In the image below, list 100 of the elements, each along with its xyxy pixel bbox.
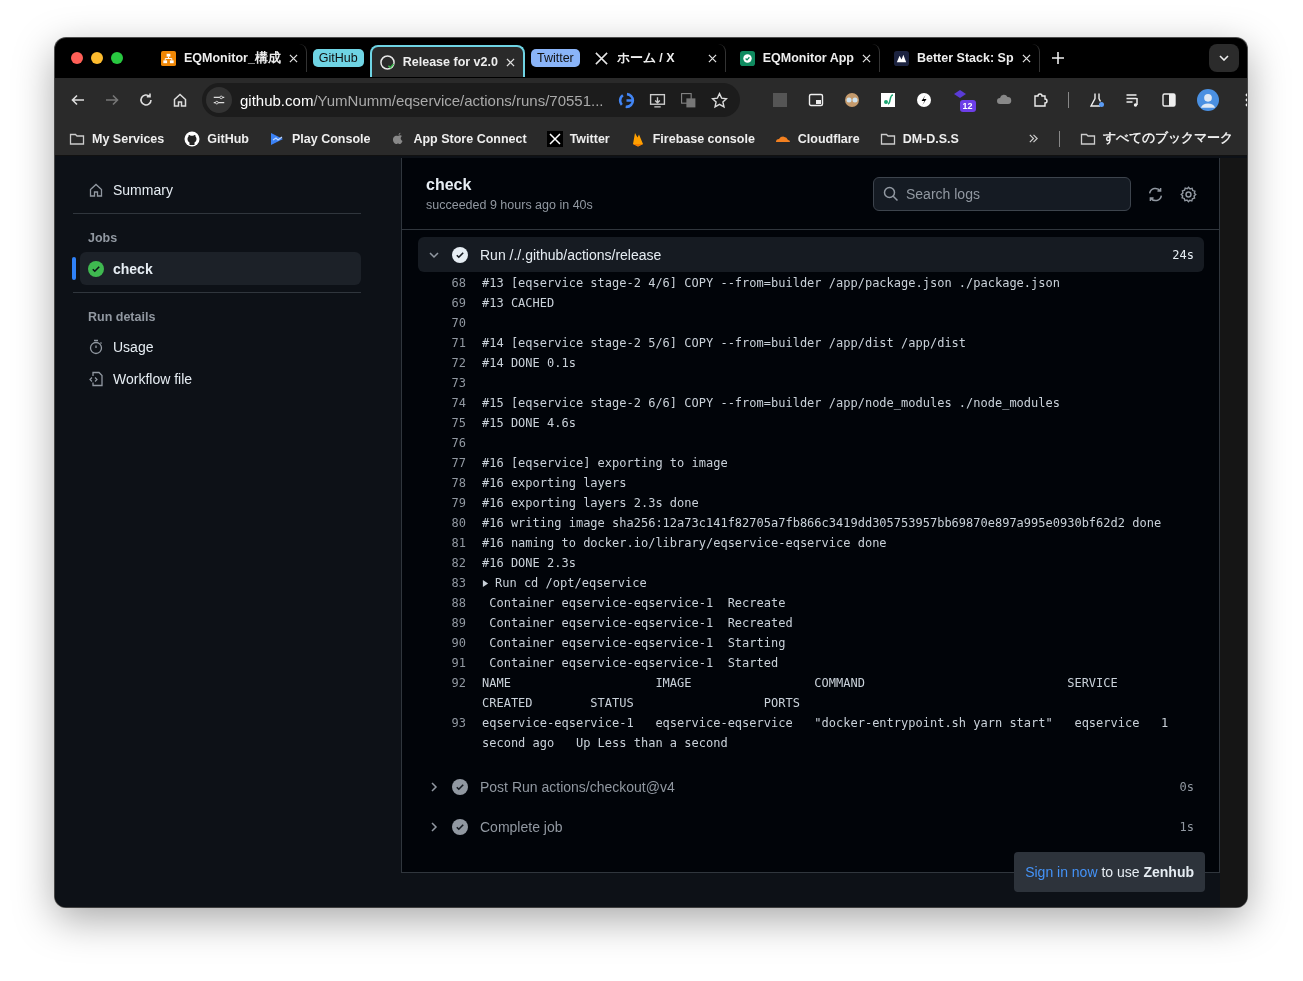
line-number: 83 [450, 575, 466, 592]
google-icon[interactable] [617, 91, 635, 109]
close-icon[interactable] [861, 53, 871, 63]
search-logs-field[interactable]: Search logs [873, 177, 1131, 211]
line-number: 77 [450, 455, 466, 472]
log-group-toggle[interactable]: Run cd /opt/eqservice [482, 573, 647, 593]
bookmark-link[interactable]: Firebase console [629, 130, 755, 147]
log-line: Container eqservice-eqservice-1 Recreate [488, 595, 787, 612]
step-duration: 0s [1179, 779, 1194, 794]
step-row[interactable]: Post Run actions/checkout@v4 0s [418, 769, 1204, 804]
play-icon [268, 130, 285, 147]
zoom-window-icon[interactable] [111, 52, 123, 64]
playlist-icon[interactable] [1124, 92, 1141, 108]
address-bar[interactable]: github.com/YumNumm/eqservice/actions/runs/70551... [202, 83, 740, 117]
browser-tab[interactable]: EQMonitor App [731, 44, 880, 72]
bookmark-link[interactable]: My Services [69, 130, 165, 147]
summary-link[interactable]: Summary [73, 174, 361, 206]
line-number: 82 [450, 555, 466, 572]
refresh-icon[interactable] [1147, 185, 1164, 203]
run-details-link[interactable]: Usage [73, 331, 361, 363]
bookmark-link[interactable]: Twitter [546, 130, 610, 147]
browser-tab[interactable]: Better Stack: Sp [885, 44, 1040, 72]
check-circle-icon [452, 778, 468, 795]
step-row[interactable]: Run /./.github/actions/release 24s [418, 237, 1204, 272]
line-number: 90 [450, 635, 466, 652]
tab-title: ホーム / X [616, 49, 676, 67]
close-icon[interactable] [707, 53, 717, 63]
picture-in-picture-icon[interactable] [807, 92, 824, 108]
log-line: #16 [eqservice] exporting to image [482, 455, 729, 472]
line-number: 76 [450, 435, 466, 452]
close-window-icon[interactable] [71, 52, 83, 64]
line-number: 89 [450, 615, 466, 632]
check-circle-icon [452, 246, 468, 263]
browser-tab[interactable]: Release for v2.0 [369, 45, 525, 77]
line-number: 79 [450, 495, 466, 512]
log-line: #15 [eqservice stage-2 6/6] COPY --from=builder /app/node_modules ./node_modules [482, 395, 1061, 412]
browser-tab[interactable]: EQMonitor_構成 [153, 44, 307, 72]
bookmark-link[interactable]: App Store Connect [390, 130, 527, 147]
flask-icon[interactable] [1088, 92, 1105, 108]
bookmark-link[interactable]: GitHub [184, 130, 249, 147]
github-icon [379, 54, 395, 70]
translate-icon[interactable] [679, 91, 697, 109]
job-title: check [426, 176, 473, 194]
settings-icon[interactable] [1180, 185, 1197, 203]
close-icon[interactable] [1021, 53, 1031, 63]
home-icon[interactable] [172, 92, 188, 108]
bolt-icon[interactable] [915, 92, 932, 108]
log-line: #16 writing image sha256:12a73c141f82705a7fb866c3419dd305753957bb69870e897a995e0930bf62d2 done [482, 515, 1163, 532]
log-line: Container eqservice-eqservice-1 Starting [488, 635, 787, 652]
puzzle-icon[interactable] [1031, 92, 1048, 108]
star-icon[interactable] [710, 91, 728, 109]
bookmark-link[interactable]: DM-D.S.S [879, 130, 959, 147]
bookmark-link[interactable]: Play Console [268, 130, 371, 147]
line-number: 80 [450, 515, 466, 532]
log-line: #16 exporting layers 2.3s done [482, 495, 700, 512]
chevron-right-icon [428, 780, 440, 793]
reload-icon[interactable] [138, 92, 154, 108]
log-line: #16 DONE 2.3s [482, 555, 577, 572]
side-panel-icon[interactable] [1160, 92, 1177, 108]
chevron-down-icon [1219, 55, 1229, 61]
success-check-icon [88, 260, 104, 277]
tab-search-button[interactable] [1209, 44, 1239, 72]
chart-extension-icon[interactable] [879, 92, 896, 108]
site-settings-icon[interactable] [206, 87, 232, 113]
all-bookmarks-link[interactable]: すべてのブックマーク [1080, 130, 1233, 147]
install-icon[interactable] [648, 91, 666, 109]
chevron-right-icon [428, 820, 440, 833]
line-number: 74 [450, 395, 466, 412]
line-number: 88 [450, 595, 466, 612]
close-icon[interactable] [505, 57, 515, 67]
line-number: 71 [450, 335, 466, 352]
run-details-link[interactable]: Workflow file [73, 363, 361, 395]
back-icon[interactable] [70, 92, 86, 108]
line-number: 73 [450, 375, 466, 392]
sign-in-link[interactable]: Sign in now [1025, 864, 1098, 880]
tab-group-label[interactable]: Twitter [530, 49, 580, 67]
log-line: Container eqservice-eqservice-1 Started [488, 655, 780, 672]
extension-button[interactable]: 12 [951, 88, 976, 112]
line-number: 78 [450, 475, 466, 492]
cloud-icon [774, 134, 791, 143]
profile-avatar-icon[interactable] [1196, 89, 1219, 111]
line-number: 72 [450, 355, 466, 372]
forward-icon[interactable] [104, 92, 120, 108]
new-tab-icon[interactable] [1051, 52, 1064, 64]
browser-tab[interactable]: ホーム / X [585, 44, 726, 72]
more-bookmarks-icon[interactable] [1028, 133, 1039, 144]
bookmark-link[interactable]: Cloudflare [774, 131, 860, 146]
tab-group-label[interactable]: GitHub [312, 49, 364, 67]
line-number: 92 [450, 675, 466, 692]
line-number: 81 [450, 535, 466, 552]
line-number: 68 [450, 275, 466, 292]
minimize-window-icon[interactable] [91, 52, 103, 64]
step-duration: 1s [1179, 819, 1194, 834]
goggles-icon[interactable] [843, 92, 860, 108]
log-line: eqservice-eqservice-1 eqservice-eqservice "docker-entrypoint.sh yarn start" eqservice 1 second ago Up Less than a second [482, 715, 1170, 752]
tab-title: Release for v2.0 [402, 55, 498, 69]
step-row[interactable]: Complete job 1s [418, 809, 1204, 844]
close-icon[interactable] [288, 53, 298, 63]
search-icon [883, 186, 899, 202]
check-circle-icon [452, 818, 468, 835]
